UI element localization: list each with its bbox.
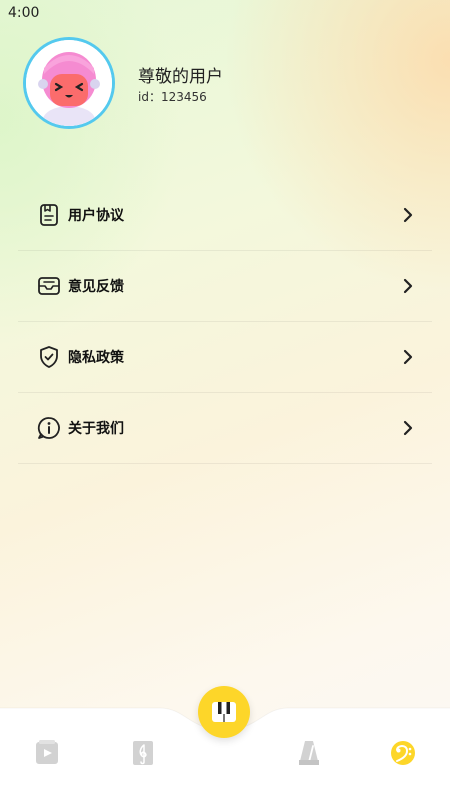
astronaut-avatar-icon xyxy=(26,40,112,126)
avatar[interactable] xyxy=(26,40,112,126)
user-id: id：123456 xyxy=(138,90,207,104)
menu-item-about-us[interactable]: 关于我们 xyxy=(18,393,432,464)
menu-item-user-agreement[interactable]: 用户协议 xyxy=(18,180,432,251)
piano-keys-icon xyxy=(212,702,236,722)
menu-item-label: 关于我们 xyxy=(68,421,124,437)
user-name: 尊敬的用户 xyxy=(138,67,223,87)
tab-music-score-icon[interactable] xyxy=(130,738,156,768)
menu-item-privacy-policy[interactable]: 隐私政策 xyxy=(18,322,432,393)
chevron-right-icon xyxy=(403,278,413,294)
chevron-right-icon xyxy=(403,207,413,223)
shield-check-icon xyxy=(40,346,58,368)
tab-metronome-icon[interactable] xyxy=(296,738,322,768)
status-time: 4:00 xyxy=(8,5,40,21)
piano-button[interactable] xyxy=(198,686,250,738)
menu-item-label: 用户协议 xyxy=(68,208,124,224)
settings-menu: 用户协议 意见反馈 隐私政策 关于我们 xyxy=(18,180,432,464)
info-icon xyxy=(37,417,60,439)
mail-icon xyxy=(38,277,60,295)
tab-bass-clef-icon[interactable] xyxy=(390,738,416,768)
chevron-right-icon xyxy=(403,349,413,365)
menu-item-label: 意见反馈 xyxy=(68,279,124,295)
menu-item-label: 隐私政策 xyxy=(68,350,124,366)
document-icon xyxy=(40,204,58,226)
menu-item-feedback[interactable]: 意见反馈 xyxy=(18,251,432,322)
tab-video-book-icon[interactable] xyxy=(34,738,60,768)
chevron-right-icon xyxy=(403,420,413,436)
